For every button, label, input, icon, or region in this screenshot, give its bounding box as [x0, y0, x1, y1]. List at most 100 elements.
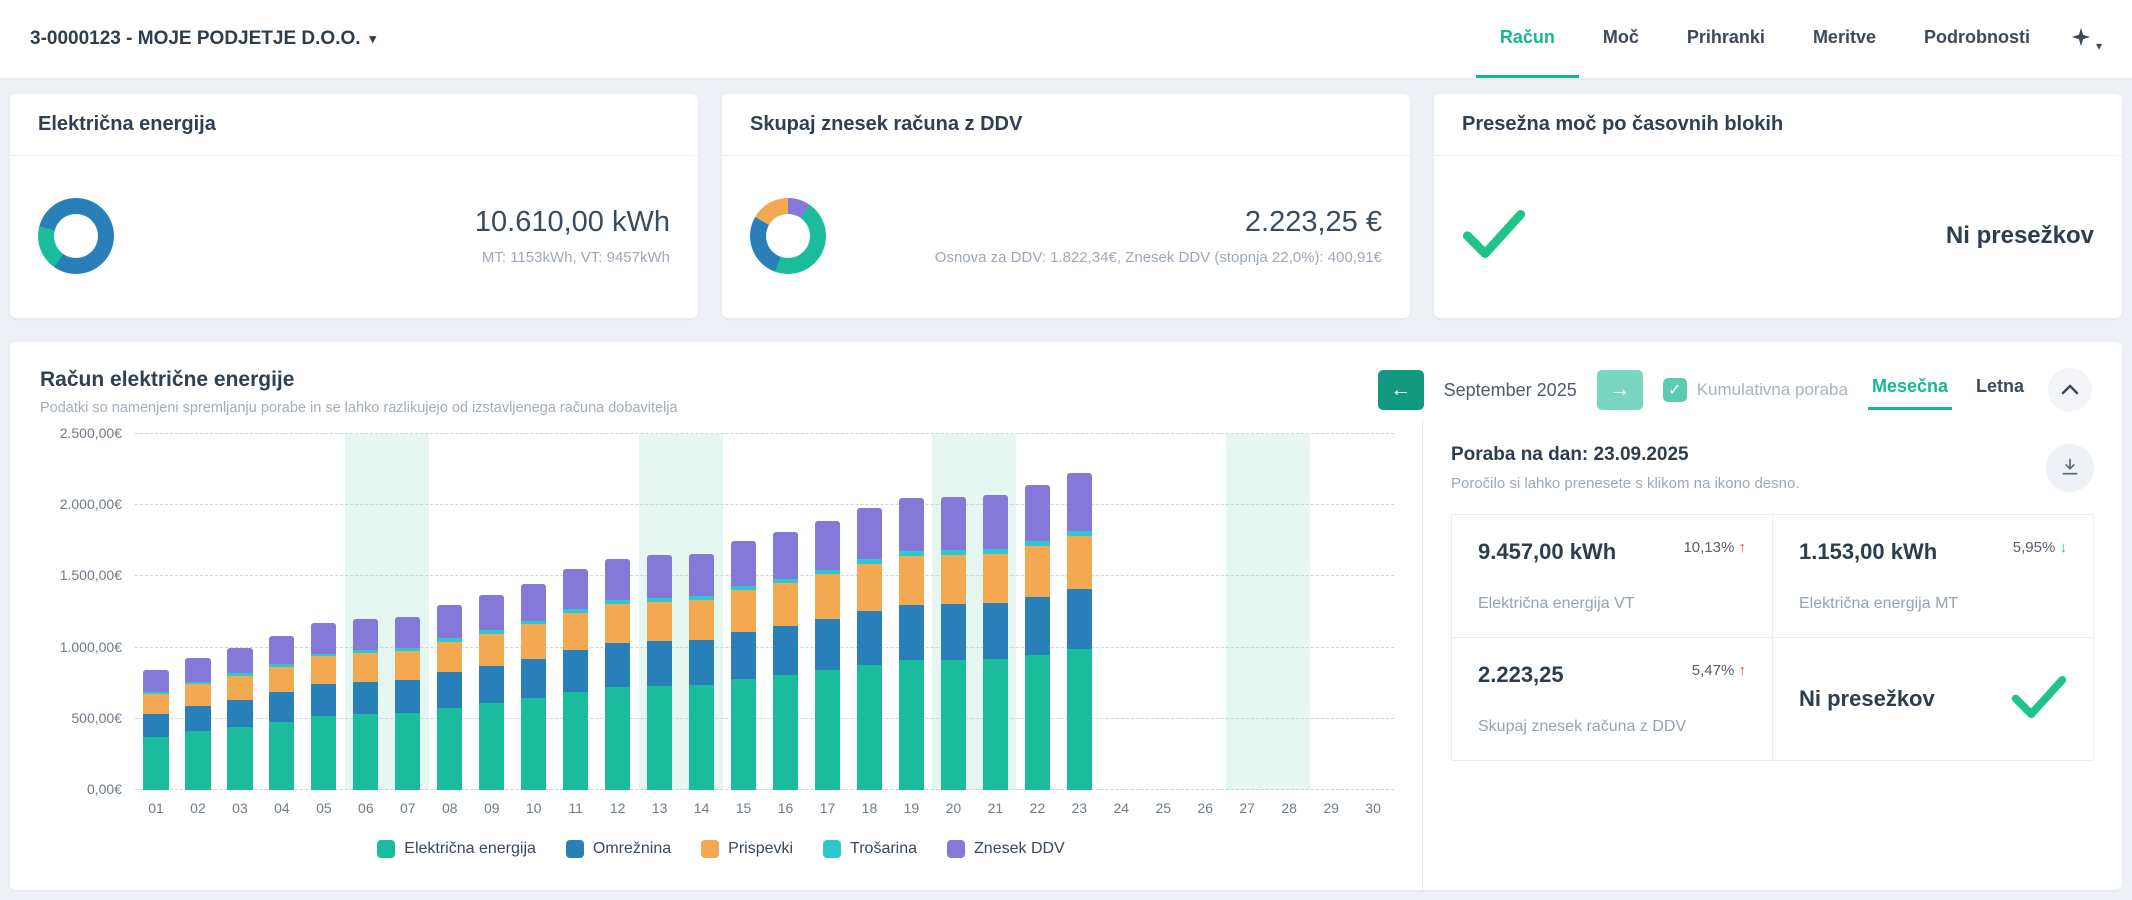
chart-bar-day-19[interactable] — [890, 434, 932, 790]
chart-bar-day-06[interactable] — [345, 434, 387, 790]
chart-bar-day-27[interactable] — [1226, 434, 1268, 790]
chart-bar-day-29[interactable] — [1310, 434, 1352, 790]
chart-bar-day-26[interactable] — [1184, 434, 1226, 790]
panel-title: Račun električne energije — [40, 368, 678, 392]
nav-tab-moc[interactable]: Moč — [1579, 0, 1663, 78]
x-axis-label: 18 — [848, 800, 890, 816]
x-axis-label: 01 — [135, 800, 177, 816]
x-axis-label: 12 — [597, 800, 639, 816]
bar-segment-Omrežnina — [773, 626, 798, 675]
x-axis-label: 10 — [513, 800, 555, 816]
tab-yearly[interactable]: Letna — [1972, 370, 2028, 410]
bar-segment-Prispevki — [1025, 546, 1050, 597]
cumulative-checkbox-row[interactable]: ✓ Kumulativna poraba — [1663, 378, 1848, 402]
stats-grid: 9.457,00 kWh 10,13% ↑ Električna energij… — [1451, 514, 2094, 761]
collapse-panel-button[interactable] — [2048, 368, 2092, 412]
bar-segment-Znesek DDV — [437, 605, 462, 638]
bar-segment-Omrežnina — [941, 604, 966, 660]
chart-bar-day-02[interactable] — [177, 434, 219, 790]
bar-stack — [563, 434, 588, 790]
bar-segment-Znesek DDV — [521, 584, 546, 621]
bar-stack — [395, 434, 420, 790]
nav-tab-podrobnosti[interactable]: Podrobnosti — [1900, 0, 2054, 78]
chart-bar-day-16[interactable] — [765, 434, 807, 790]
nav-tab-prihranki[interactable]: Prihranki — [1663, 0, 1789, 78]
stat-tile-total: 2.223,25 5,47% ↑ Skupaj znesek računa z … — [1452, 638, 1773, 761]
chart-bar-day-12[interactable] — [597, 434, 639, 790]
company-selector[interactable]: 3-0000123 - MOJE PODJETJE D.O.O. ▾ — [30, 28, 376, 50]
chart-bar-day-24[interactable] — [1100, 434, 1142, 790]
bar-stack — [941, 434, 966, 790]
bar-segment-Električna energija — [185, 731, 210, 790]
chart-bar-day-21[interactable] — [974, 434, 1016, 790]
chart-bar-day-30[interactable] — [1352, 434, 1394, 790]
download-report-button[interactable] — [2046, 444, 2094, 492]
next-month-button[interactable]: → — [1597, 370, 1643, 410]
month-label: September 2025 — [1444, 380, 1577, 401]
legend-label: Prispevki — [728, 840, 793, 858]
nav-tab-meritve[interactable]: Meritve — [1789, 0, 1900, 78]
bar-segment-Električna energija — [227, 727, 252, 790]
chart-bar-day-08[interactable] — [429, 434, 471, 790]
power-value: Ni presežkov — [1946, 222, 2094, 250]
chart-bar-day-14[interactable] — [681, 434, 723, 790]
bar-segment-Omrežnina — [1067, 589, 1092, 650]
bar-segment-Prispevki — [899, 556, 924, 605]
chart-bar-day-28[interactable] — [1268, 434, 1310, 790]
chart-bar-day-22[interactable] — [1016, 434, 1058, 790]
chart-bar-day-05[interactable] — [303, 434, 345, 790]
stat-value: 1.153,00 kWh — [1799, 539, 1937, 565]
bar-stack — [689, 434, 714, 790]
chart-bar-day-20[interactable] — [932, 434, 974, 790]
previous-month-button[interactable]: ← — [1378, 370, 1424, 410]
chart-bar-day-18[interactable] — [848, 434, 890, 790]
legend-item: Omrežnina — [566, 840, 671, 858]
x-axis-label: 17 — [807, 800, 849, 816]
bar-segment-Električna energija — [815, 670, 840, 790]
stat-value: 9.457,00 kWh — [1478, 539, 1616, 565]
energy-subtext: MT: 1153kWh, VT: 9457kWh — [475, 249, 670, 266]
x-axis-label: 27 — [1226, 800, 1268, 816]
tab-monthly[interactable]: Mesečna — [1868, 370, 1952, 410]
stat-value: Ni presežkov — [1799, 686, 1935, 712]
chart-bar-day-13[interactable] — [639, 434, 681, 790]
card-invoice-title: Skupaj znesek računa z DDV — [722, 94, 1410, 156]
checkmark-icon — [2011, 674, 2067, 725]
bar-stack — [227, 434, 252, 790]
stat-tile-mt: 1.153,00 kWh 5,95% ↓ Električna energija… — [1773, 515, 2094, 638]
bar-segment-Znesek DDV — [941, 497, 966, 550]
card-energy: Električna energija 10.610,00 kWh MT: 11… — [10, 94, 698, 318]
chart-bar-day-07[interactable] — [387, 434, 429, 790]
cumulative-checkbox[interactable]: ✓ — [1663, 378, 1687, 402]
sparkle-icon — [2070, 26, 2092, 53]
chart-bar-day-09[interactable] — [471, 434, 513, 790]
bar-segment-Omrežnina — [143, 714, 168, 737]
chart-bar-day-17[interactable] — [807, 434, 849, 790]
bar-segment-Prispevki — [311, 656, 336, 684]
bar-stack — [1067, 434, 1092, 790]
bar-segment-Električna energija — [563, 692, 588, 790]
arrow-up-icon: ↑ — [1739, 662, 1747, 679]
chart-bar-day-15[interactable] — [723, 434, 765, 790]
chart-bar-day-04[interactable] — [261, 434, 303, 790]
bar-segment-Električna energija — [1025, 655, 1050, 790]
apps-menu-button[interactable]: ▾ — [2070, 26, 2102, 53]
chart-area: 0,00€500,00€1.000,00€1.500,00€2.000,00€2… — [10, 420, 1422, 890]
bar-segment-Električna energija — [311, 716, 336, 790]
legend-swatch — [947, 840, 965, 858]
legend-item: Znesek DDV — [947, 840, 1065, 858]
nav-tab-racun[interactable]: Račun — [1476, 0, 1579, 78]
chart-bar-day-03[interactable] — [219, 434, 261, 790]
card-power-title: Presežna moč po časovnih blokih — [1434, 94, 2122, 156]
bar-segment-Omrežnina — [185, 706, 210, 731]
chart-bar-day-01[interactable] — [135, 434, 177, 790]
stat-label: Skupaj znesek računa z DDV — [1478, 718, 1746, 736]
bar-segment-Omrežnina — [311, 684, 336, 716]
chart-bar-day-11[interactable] — [555, 434, 597, 790]
bar-segment-Znesek DDV — [143, 670, 168, 692]
chart-bar-day-10[interactable] — [513, 434, 555, 790]
bar-segment-Prispevki — [395, 651, 420, 680]
chart-bar-day-25[interactable] — [1142, 434, 1184, 790]
chart-bar-day-23[interactable] — [1058, 434, 1100, 790]
stat-delta: 10,13% ↑ — [1683, 539, 1746, 556]
